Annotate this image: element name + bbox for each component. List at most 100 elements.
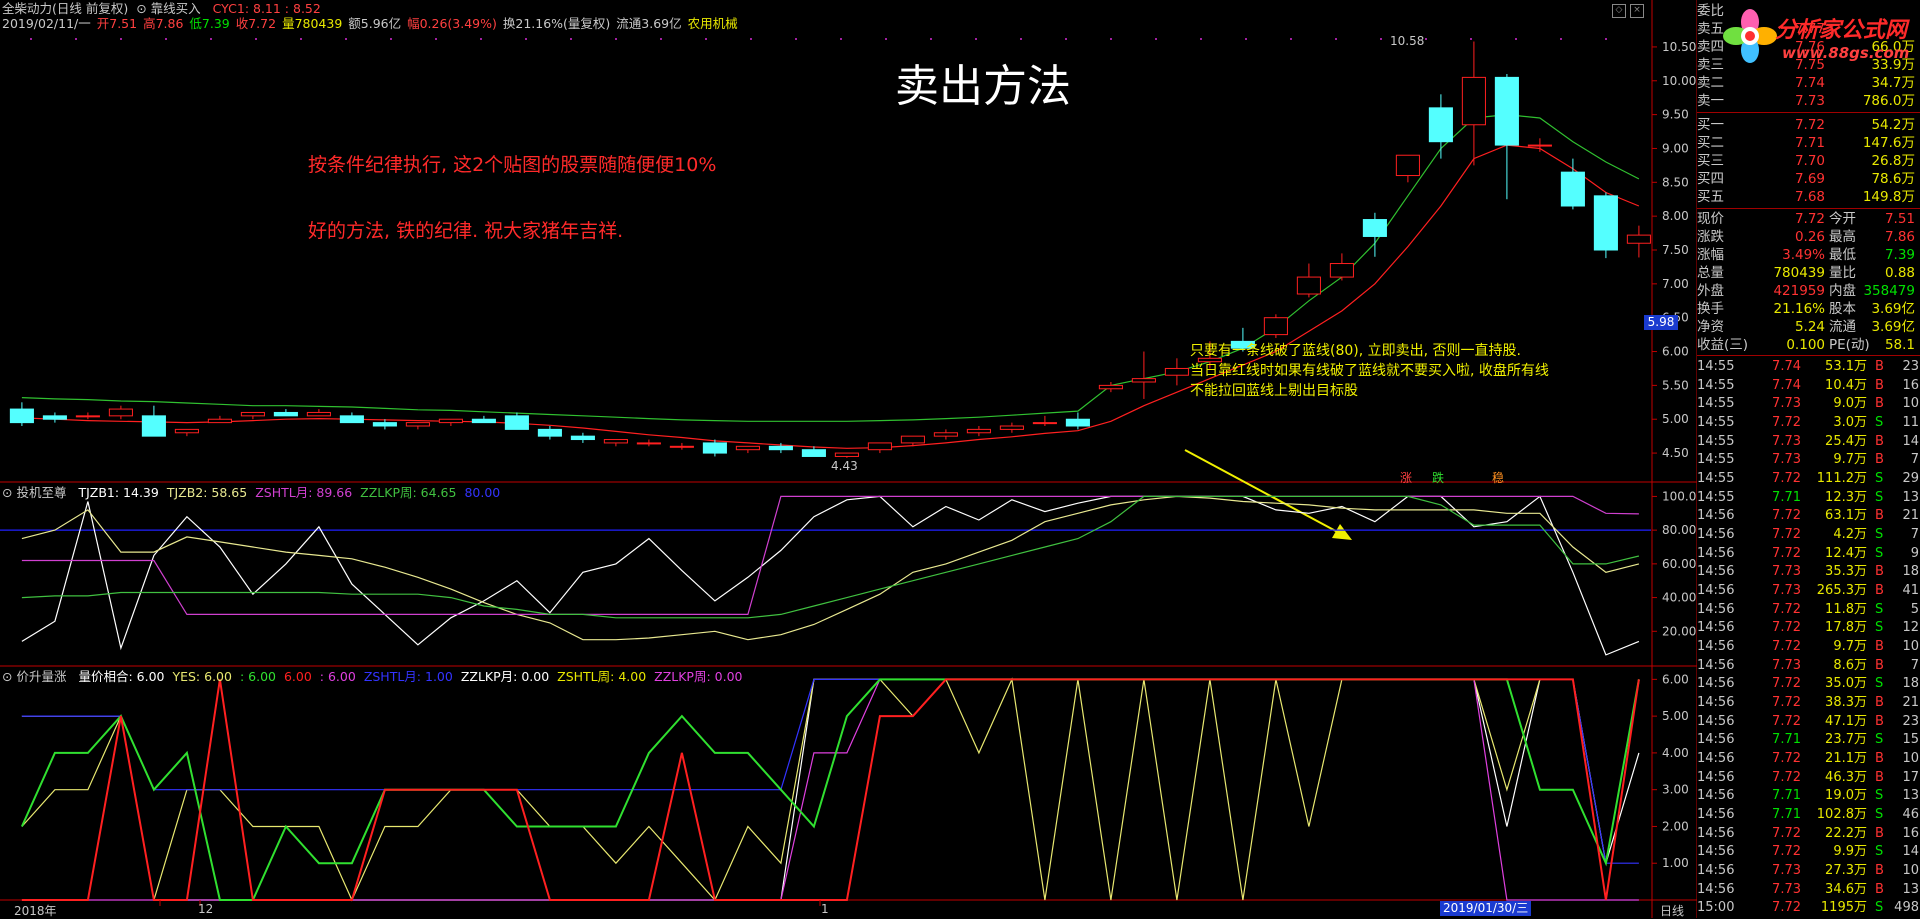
annotation-line2: 好的方法, 铁的纪律. 祝大家猪年吉祥.: [308, 220, 624, 242]
bid-row[interactable]: 买三 7.70 26.8万: [1697, 152, 1920, 170]
bar-close: 收7.72: [235, 16, 277, 31]
tick-volume: 9.7万: [1833, 639, 1867, 654]
bid-label: 买三: [1697, 153, 1724, 169]
tick-volume: 19.0万: [1825, 788, 1867, 804]
bar-volume: 量780439: [282, 16, 343, 31]
tick-price: 7.73: [1772, 863, 1801, 878]
tick-volume: 9.7万: [1833, 452, 1867, 468]
grid-dot: [795, 38, 797, 40]
tick-row: 14:55 7.73 9.0万 B 10: [1697, 395, 1920, 413]
candle-body: [999, 425, 1024, 430]
tick-price: 7.73: [1772, 583, 1801, 598]
restore-icon[interactable]: ◇: [1612, 4, 1626, 18]
bid-volume: 147.6万: [1862, 135, 1915, 151]
tick-side: S: [1875, 545, 1884, 561]
chart-canvas[interactable]: 10.5010.009.509.008.508.007.507.006.506.…: [0, 0, 1920, 918]
stat-value: 0.26: [1794, 229, 1825, 245]
axis-tick-label: 5.00: [1662, 709, 1689, 723]
candle-body: [1560, 171, 1585, 207]
stat-value: 7.39: [1884, 247, 1915, 263]
tick-volume: 11.8万: [1825, 601, 1867, 617]
stock-name[interactable]: 全柴动力(日线 前复权): [2, 1, 128, 16]
candle-body: [1131, 378, 1156, 383]
quote-panel: 委比 卖五 7.77 卖四 7.76 66.0万 卖三 7.75 33.9万 卖二 7.74 34.7…: [1697, 0, 1920, 918]
panel2-name[interactable]: ⊙ 投机至尊: [2, 485, 70, 500]
grid-dot: [210, 38, 212, 40]
candle-body: [1593, 195, 1618, 251]
bid-row[interactable]: 买五 7.68 149.8万: [1697, 188, 1920, 206]
ma-red-line: [21, 144, 1640, 449]
candle-body: [537, 428, 562, 437]
candle-body: [9, 408, 34, 424]
candle-body: [1527, 144, 1552, 147]
bid-row[interactable]: 买一 7.72 54.2万: [1697, 116, 1920, 134]
tick-count: 23: [1902, 359, 1919, 374]
tick-volume: 22.2万: [1825, 825, 1867, 841]
panel3-name[interactable]: ⊙ 价升量涨: [2, 669, 70, 684]
tick-price: 7.74: [1772, 359, 1801, 374]
grid-dot: [660, 38, 662, 40]
tick-row: 14:55 7.74 10.4万 B 16: [1697, 377, 1920, 395]
candle-body: [801, 449, 826, 457]
candle-body: [108, 408, 133, 417]
candle-body: [768, 445, 793, 451]
tick-price: 7.72: [1772, 639, 1801, 654]
tick-row: 14:55 7.73 9.7万 B 7: [1697, 451, 1920, 469]
tick-volume: 35.3万: [1825, 564, 1867, 580]
tick-row: 14:55 7.73 25.4万 B 14: [1697, 433, 1920, 451]
tick-volume: 9.0万: [1833, 396, 1867, 412]
candle-body: [933, 432, 958, 437]
axis-tick-label: 8.50: [1662, 175, 1689, 189]
tick-count: 498: [1894, 900, 1919, 916]
panel3-combo: 量价相合: 6.00: [78, 669, 165, 684]
tick-count: 7: [1910, 527, 1919, 542]
tick-time: 15:00: [1697, 900, 1735, 916]
tick-volume: 102.8万: [1816, 807, 1867, 822]
tick-side: S: [1875, 807, 1884, 822]
candle-body: [372, 422, 397, 427]
panel3-zzlkp-y: ZZLKP月: 0.00: [460, 669, 550, 684]
tick-count: 14: [1902, 433, 1919, 449]
tick-price: 7.71: [1772, 732, 1801, 748]
candle-body: [1263, 317, 1288, 336]
axis-tick-label: 5.00: [1662, 412, 1689, 426]
tick-row: 14:56 7.71 19.0万 S 13: [1697, 787, 1920, 805]
period-label[interactable]: 日线: [1660, 902, 1684, 919]
bid-volume: 78.6万: [1871, 171, 1915, 187]
date-label-2018: 2018年: [14, 904, 57, 918]
axis-tick-label: 6.00: [1662, 672, 1689, 686]
bid-row[interactable]: 买二 7.71 147.6万: [1697, 134, 1920, 152]
site-logo: 分析家公式网 www.88gs.com: [1720, 4, 1920, 78]
bid-row[interactable]: 买四 7.69 78.6万: [1697, 170, 1920, 188]
axis-tick-label: 4.50: [1662, 446, 1689, 460]
tick-side: B: [1875, 433, 1884, 449]
grid-dot: [570, 38, 572, 40]
stat-value: 5.24: [1794, 319, 1825, 335]
tick-row: 14:56 7.72 17.8万 S 12: [1697, 619, 1920, 637]
tick-volume: 21.1万: [1825, 751, 1867, 766]
tick-count: 7: [1910, 452, 1919, 468]
tick-side: B: [1875, 564, 1884, 580]
indicator-name: 靠线买入: [150, 1, 201, 16]
tick-row: 14:56 7.72 11.8万 S 5: [1697, 601, 1920, 619]
stat-row: 净资 5.24 流通 3.69亿: [1697, 318, 1920, 336]
tick-price: 7.73: [1772, 564, 1801, 580]
axis-tick-label: 9.00: [1662, 141, 1689, 155]
tick-time: 14:56: [1697, 527, 1735, 542]
stat-row: 换手 21.16% 股本 3.69亿: [1697, 300, 1920, 318]
candle-body: [42, 415, 67, 420]
tick-price: 7.71: [1772, 788, 1801, 804]
candle-body: [1065, 418, 1090, 427]
tick-price: 7.72: [1772, 601, 1801, 617]
candle-body: [405, 422, 430, 427]
tick-count: 7: [1910, 657, 1919, 673]
tick-count: 21: [1902, 508, 1919, 524]
tick-price: 7.74: [1772, 377, 1801, 393]
close-icon[interactable]: ×: [1630, 4, 1644, 18]
tick-count: 29: [1902, 471, 1919, 486]
tick-row: 14:56 7.72 21.1万 B 10: [1697, 750, 1920, 768]
ask-row[interactable]: 卖一 7.73 786.0万: [1697, 92, 1920, 110]
tick-count: 13: [1902, 881, 1919, 897]
indicator-dropdown[interactable]: ⊙ 靠线买入: [136, 1, 204, 16]
ticks-divider: [1697, 355, 1920, 356]
